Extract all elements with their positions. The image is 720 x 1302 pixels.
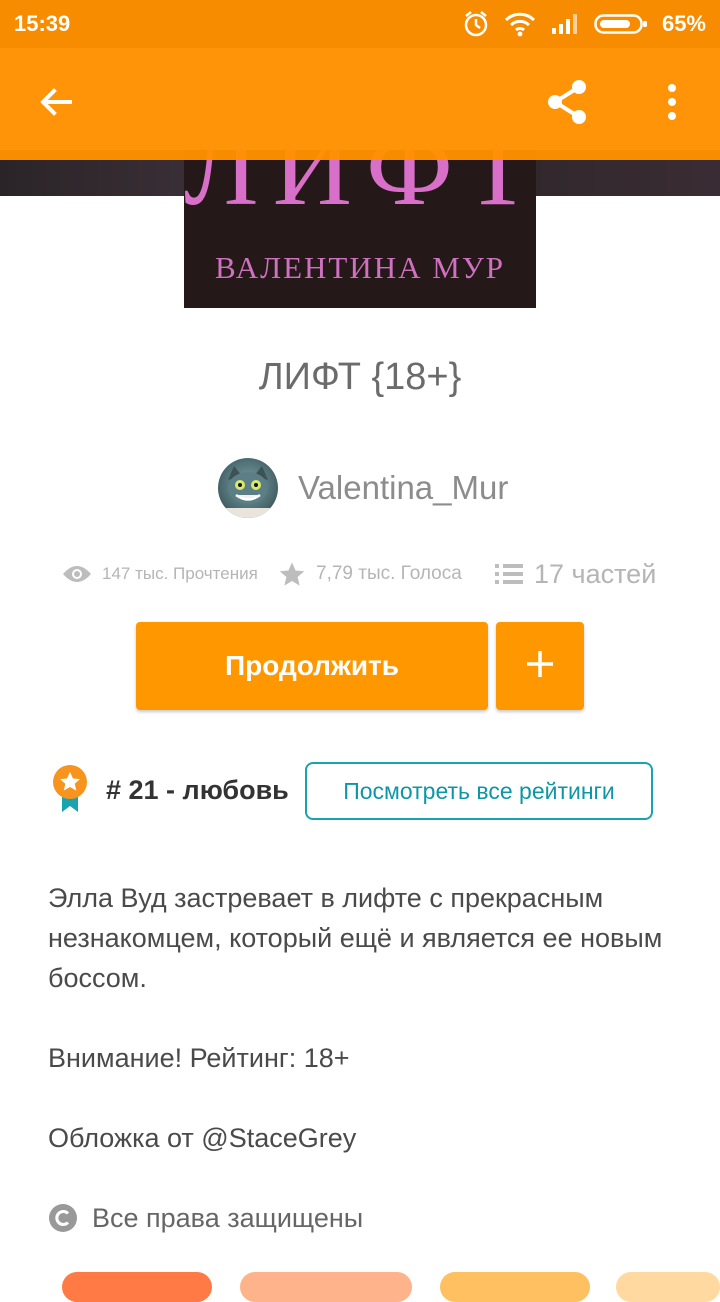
story-stats: 147 тыс. Прочтения 7,79 тыс. Голоса 17 ч… — [0, 552, 720, 596]
wifi-icon — [504, 11, 536, 37]
medal-icon — [50, 764, 94, 819]
tag-chip[interactable] — [616, 1272, 720, 1302]
share-button[interactable] — [528, 48, 608, 160]
back-button[interactable] — [16, 48, 96, 160]
more-options-button[interactable] — [632, 48, 712, 160]
more-vert-icon — [666, 82, 678, 127]
signal-icon — [550, 12, 580, 36]
votes-stat: 7,79 тыс. Голоса — [278, 552, 462, 596]
author-link[interactable]: Valentina_Mur — [218, 458, 508, 518]
star-icon — [278, 560, 306, 588]
cover-author: ВАЛЕНТИНА МУР — [214, 250, 506, 285]
copyright-text: Все права защищены — [92, 1202, 364, 1233]
book-cover[interactable]: ЛИФТ ВАЛЕНТИНА МУР — [184, 150, 536, 308]
back-arrow-icon — [36, 82, 76, 127]
add-to-library-button[interactable] — [496, 622, 584, 710]
ranking-text: # 21 - любовь — [106, 774, 289, 805]
alarm-icon — [462, 10, 490, 38]
copyright-row: Все права защищены — [48, 1198, 363, 1238]
story-title: ЛИФТ {18+} — [258, 356, 462, 398]
parts-stat[interactable]: 17 частей — [494, 552, 656, 596]
tag-chip[interactable] — [62, 1272, 212, 1302]
eye-icon — [62, 564, 92, 584]
share-icon — [543, 77, 593, 132]
description-paragraph: Элла Вуд застревает в лифте с прекрасным… — [48, 883, 663, 993]
reads-stat: 147 тыс. Прочтения — [62, 552, 258, 596]
avatar[interactable] — [218, 458, 278, 518]
rating-warning: Внимание! Рейтинг: 18+ — [48, 1043, 350, 1073]
votes-count: 7,79 тыс. Голоса — [316, 563, 462, 584]
status-time: 15:39 — [14, 11, 71, 36]
tag-chip[interactable] — [440, 1272, 590, 1302]
battery-icon — [594, 12, 648, 36]
reads-count: 147 тыс. Прочтения — [102, 564, 258, 583]
battery-percent: 65% — [661, 11, 706, 36]
ranking-row: # 21 - любовь Посмотреть все рейтинги — [50, 762, 670, 820]
app-bar — [0, 48, 720, 160]
view-all-rankings-button[interactable]: Посмотреть все рейтинги — [305, 762, 653, 820]
author-name[interactable]: Valentina_Mur — [298, 469, 508, 507]
tag-list — [0, 1272, 720, 1302]
list-icon — [494, 562, 524, 586]
continue-button[interactable]: Продолжить — [136, 622, 488, 710]
cover-title: ЛИФТ — [184, 150, 536, 228]
cover-credit: Обложка от @StaceGrey — [48, 1123, 357, 1153]
copyright-icon — [48, 1203, 78, 1233]
parts-count: 17 частей — [534, 558, 657, 589]
plus-icon — [524, 648, 556, 685]
status-bar: 15:39 65% — [0, 0, 720, 48]
tag-chip[interactable] — [240, 1272, 412, 1302]
